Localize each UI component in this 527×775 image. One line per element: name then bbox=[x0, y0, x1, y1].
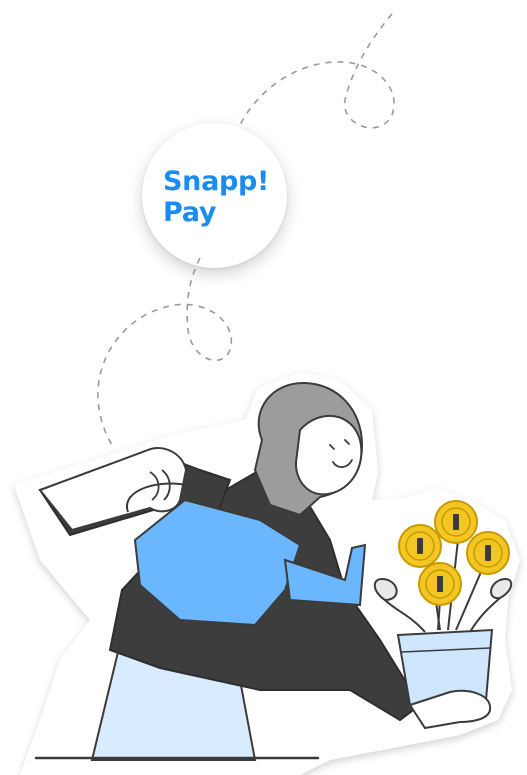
coin-icon bbox=[466, 531, 510, 575]
coin-icon bbox=[434, 500, 478, 544]
coin-icon bbox=[418, 562, 462, 606]
illustration bbox=[14, 13, 520, 775]
coin-icon bbox=[398, 524, 442, 568]
dashed-path bbox=[97, 13, 395, 446]
